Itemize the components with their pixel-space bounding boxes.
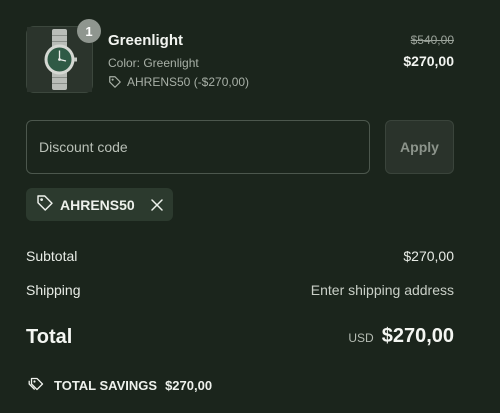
tag-icon [108,75,122,89]
total-amount: USD $270,00 [348,325,454,348]
savings-label: TOTAL SAVINGS [54,378,158,393]
savings-tag-icon [28,376,46,395]
product-name: Greenlight [108,32,184,49]
product-discount: AHRENS50 (-$270,00) [108,75,249,89]
tag-icon [36,194,54,215]
total-savings: TOTAL SAVINGS $270,00 [28,376,212,395]
discount-code-input[interactable] [26,120,370,174]
shipping-label: Shipping [26,282,81,298]
currency-code: USD [348,331,374,345]
shipping-value: Enter shipping address [310,282,454,298]
applied-code-chip: AHRENS50 [26,188,173,221]
total-label: Total [26,326,73,348]
remove-code-icon[interactable] [150,198,163,211]
price-original: $540,00 [410,33,454,47]
total-value: $270,00 [381,325,454,347]
subtotal-label: Subtotal [26,248,78,264]
apply-button[interactable]: Apply [385,120,454,174]
price-final: $270,00 [403,53,454,69]
quantity-badge: 1 [77,19,101,43]
applied-code-label: AHRENS50 [60,196,135,213]
subtotal-value: $270,00 [403,248,454,264]
product-discount-text: AHRENS50 (-$270,00) [127,75,250,89]
savings-value: $270,00 [165,378,213,393]
product-variant: Color: Greenlight [108,56,199,70]
